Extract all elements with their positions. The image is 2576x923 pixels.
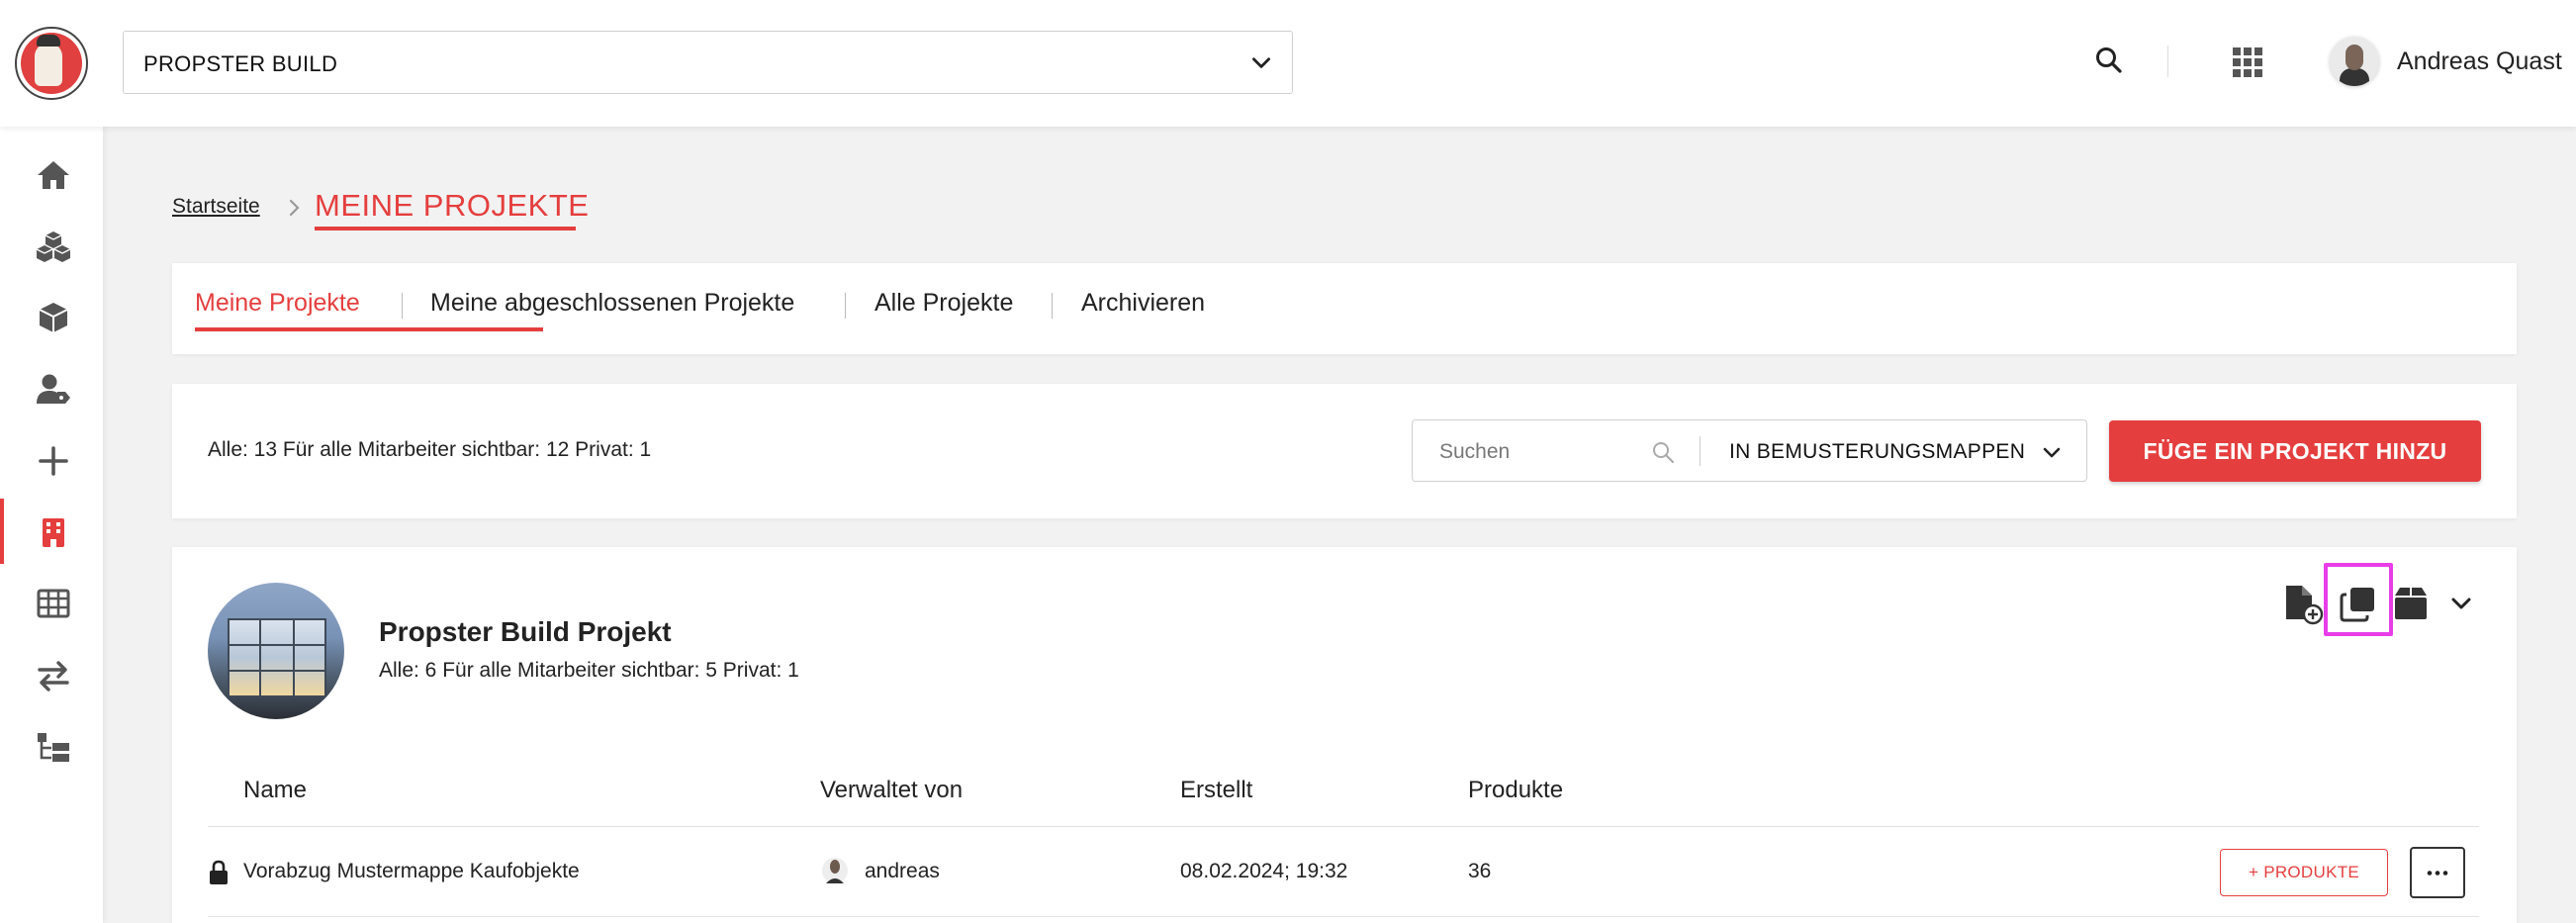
add-products-button[interactable]: + PRODUKTE: [2220, 849, 2388, 896]
tab-completed-projects[interactable]: Meine abgeschlossenen Projekte: [430, 289, 794, 318]
user-tag-icon: [37, 374, 70, 404]
manager-avatar: [822, 858, 848, 883]
apps-grid-icon[interactable]: [2233, 47, 2262, 77]
sidebar-item-projects[interactable]: [0, 499, 103, 564]
search-scope-select[interactable]: IN BEMUSTERUNGSMAPPEN: [1729, 440, 2025, 464]
sidebar-item-contacts[interactable]: [0, 356, 103, 421]
breadcrumb-home-link[interactable]: Startseite: [172, 195, 260, 219]
table-divider: [208, 916, 2479, 917]
sidebar-item-table[interactable]: [0, 570, 103, 635]
user-name[interactable]: Andreas Quast: [2397, 47, 2562, 76]
search-divider: [1700, 436, 1701, 466]
add-project-button[interactable]: FÜGE EIN PROJEKT HINZU: [2109, 420, 2481, 482]
tab-my-projects[interactable]: Meine Projekte: [195, 289, 360, 318]
table-divider: [208, 826, 2479, 827]
chevron-down-icon: [1252, 57, 1270, 68]
copy-button-highlight: [2324, 563, 2393, 636]
company-logo[interactable]: [15, 27, 88, 100]
header-divider: [2167, 46, 2168, 77]
more-options-button[interactable]: [2410, 847, 2465, 898]
sidebar: [0, 127, 103, 923]
chevron-down-icon[interactable]: [2439, 582, 2483, 625]
user-avatar[interactable]: [2330, 37, 2379, 86]
home-icon: [38, 161, 69, 189]
lock-icon: [210, 860, 228, 884]
search-icon: [1653, 442, 1675, 464]
project-image: [208, 583, 344, 719]
building-icon: [43, 518, 64, 547]
project-title[interactable]: Propster Build Projekt: [379, 616, 672, 648]
column-header-created[interactable]: Erstellt: [1180, 777, 1252, 804]
active-tab-underline: [195, 327, 543, 331]
chevron-right-icon: [289, 199, 300, 217]
project-select[interactable]: PROPSTER BUILD: [123, 31, 1293, 94]
tab-separator: [845, 293, 846, 319]
sidebar-item-products[interactable]: [0, 213, 103, 278]
project-sample-counts: Alle: 6 Für alle Mitarbeiter sichtbar: 5…: [379, 659, 799, 682]
manager-name: andreas: [865, 860, 940, 882]
file-add-icon[interactable]: [2280, 582, 2324, 625]
sidebar-item-home[interactable]: [0, 141, 103, 207]
tabs-panel: Meine Projekte Meine abgeschlossenen Pro…: [172, 263, 2517, 354]
search-field[interactable]: Suchen IN BEMUSTERUNGSMAPPEN: [1412, 419, 2087, 482]
cube-icon: [39, 303, 68, 332]
arrows-exchange-icon: [38, 661, 69, 692]
column-header-manager[interactable]: Verwaltet von: [820, 777, 963, 804]
tab-archive[interactable]: Archivieren: [1081, 289, 1205, 318]
filter-panel: Alle: 13 Für alle Mitarbeiter sichtbar: …: [172, 384, 2517, 518]
page-title-underline: [315, 227, 576, 231]
project-counts: Alle: 13 Für alle Mitarbeiter sichtbar: …: [208, 438, 652, 461]
created-date: 08.02.2024; 19:32: [1180, 860, 1348, 882]
archive-box-icon[interactable]: [2389, 582, 2433, 625]
sidebar-item-add[interactable]: [0, 427, 103, 493]
cubes-icon: [36, 231, 71, 262]
tab-separator: [402, 293, 403, 319]
sidebar-item-structure[interactable]: [0, 713, 103, 779]
project-select-value: PROPSTER BUILD: [143, 51, 338, 76]
page-title: MEINE PROJEKTE: [315, 188, 590, 223]
column-header-name[interactable]: Name: [243, 777, 307, 804]
column-header-products[interactable]: Produkte: [1468, 777, 1563, 804]
search-input[interactable]: Suchen: [1439, 440, 1510, 464]
tab-all-projects[interactable]: Alle Projekte: [874, 289, 1013, 318]
table-icon: [37, 589, 70, 618]
sidebar-item-transfer[interactable]: [0, 642, 103, 707]
chevron-down-icon[interactable]: [2040, 440, 2064, 464]
plus-icon: [39, 446, 68, 476]
sidebar-item-catalog[interactable]: [0, 284, 103, 349]
sample-folder-name[interactable]: Vorabzug Mustermappe Kaufobjekte: [243, 860, 580, 883]
product-count: 36: [1468, 860, 1492, 882]
tree-structure-icon: [38, 733, 69, 762]
tab-separator: [1052, 293, 1053, 319]
search-icon[interactable]: [2094, 46, 2124, 75]
top-bar: PROPSTER BUILD Andreas Quast: [0, 0, 2576, 127]
ellipsis-icon: [2427, 871, 2448, 876]
project-card: Propster Build Projekt Alle: 6 Für alle …: [172, 547, 2517, 923]
